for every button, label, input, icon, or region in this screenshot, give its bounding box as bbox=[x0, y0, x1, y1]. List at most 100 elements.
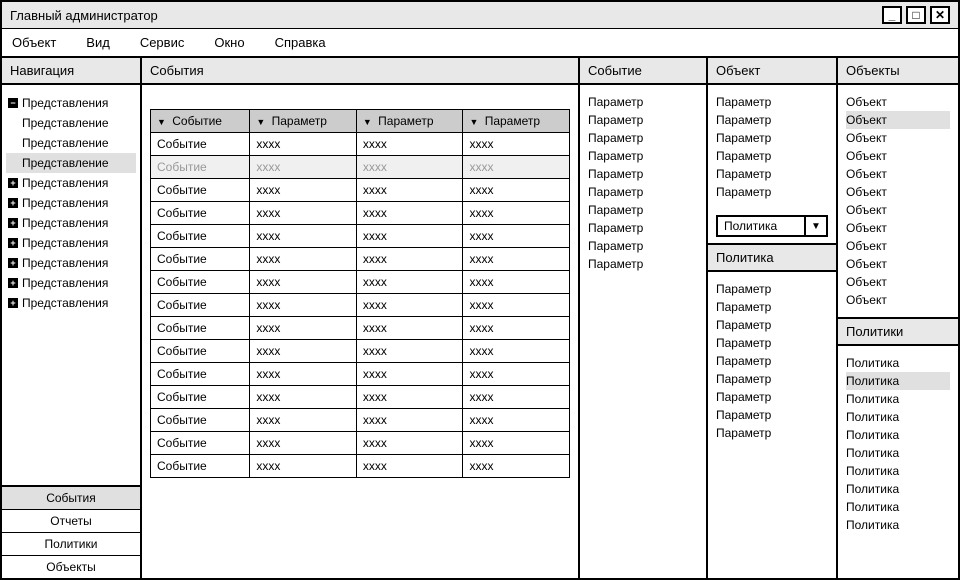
table-cell: xxxx bbox=[463, 386, 570, 409]
table-row[interactable]: Событиеxxxxxxxxxxxx bbox=[151, 409, 570, 432]
table-row[interactable]: Событиеxxxxxxxxxxxx bbox=[151, 271, 570, 294]
table-cell: xxxx bbox=[250, 202, 357, 225]
tree-item[interactable]: Представление bbox=[6, 133, 136, 153]
list-item[interactable]: Объект bbox=[846, 165, 950, 183]
nav-tab[interactable]: Отчеты bbox=[2, 510, 140, 533]
expand-icon[interactable] bbox=[8, 278, 18, 288]
tree-item[interactable]: Представления bbox=[6, 293, 136, 313]
expand-icon[interactable] bbox=[8, 258, 18, 268]
tree-item[interactable]: Представления bbox=[6, 273, 136, 293]
table-row[interactable]: Событиеxxxxxxxxxxxx bbox=[151, 179, 570, 202]
tree-item-label: Представления bbox=[22, 216, 108, 230]
table-cell: xxxx bbox=[250, 386, 357, 409]
list-item[interactable]: Объект bbox=[846, 291, 950, 309]
list-item[interactable]: Объект bbox=[846, 237, 950, 255]
nav-tab[interactable]: События bbox=[2, 487, 140, 510]
param-item: Параметр bbox=[716, 165, 828, 183]
expand-icon[interactable] bbox=[8, 178, 18, 188]
table-cell: xxxx bbox=[250, 248, 357, 271]
collapse-icon[interactable] bbox=[8, 98, 18, 108]
column-header[interactable]: ▼ Параметр bbox=[356, 110, 463, 133]
tree-item[interactable]: Представление bbox=[6, 153, 136, 173]
dropdown-arrow-icon[interactable]: ▼ bbox=[806, 215, 828, 237]
list-item[interactable]: Объект bbox=[846, 255, 950, 273]
list-item[interactable]: Объект bbox=[846, 183, 950, 201]
menu-item[interactable]: Справка bbox=[275, 35, 326, 50]
table-cell: xxxx bbox=[356, 156, 463, 179]
list-item[interactable]: Политика bbox=[846, 408, 950, 426]
list-item[interactable]: Политика bbox=[846, 480, 950, 498]
list-item[interactable]: Политика bbox=[846, 372, 950, 390]
list-item[interactable]: Политика bbox=[846, 516, 950, 534]
table-row[interactable]: Событиеxxxxxxxxxxxx bbox=[151, 225, 570, 248]
objects-section: Объекты ОбъектОбъектОбъектОбъектОбъектОб… bbox=[838, 58, 958, 319]
table-row[interactable]: Событиеxxxxxxxxxxxx bbox=[151, 386, 570, 409]
nav-tab[interactable]: Объекты bbox=[2, 556, 140, 578]
param-item: Параметр bbox=[588, 93, 698, 111]
table-row[interactable]: Событиеxxxxxxxxxxxx bbox=[151, 202, 570, 225]
tree-item[interactable]: Представления bbox=[6, 93, 136, 113]
menu-item[interactable]: Вид bbox=[86, 35, 110, 50]
expand-icon[interactable] bbox=[8, 198, 18, 208]
tree-item-label: Представления bbox=[22, 96, 108, 110]
table-cell: Событие bbox=[151, 225, 250, 248]
table-cell: Событие bbox=[151, 248, 250, 271]
policy-select[interactable]: Политика bbox=[716, 215, 806, 237]
app-window: Главный администратор _ □ ✕ ОбъектВидСер… bbox=[0, 0, 960, 580]
tree-item[interactable]: Представления bbox=[6, 173, 136, 193]
object-params: ПараметрПараметрПараметрПараметрПараметр… bbox=[708, 85, 836, 209]
menu-item[interactable]: Объект bbox=[12, 35, 56, 50]
param-item: Параметр bbox=[716, 352, 828, 370]
table-row[interactable]: Событиеxxxxxxxxxxxx bbox=[151, 248, 570, 271]
tree-item-label: Представления bbox=[22, 236, 108, 250]
column-header[interactable]: ▼ Параметр bbox=[463, 110, 570, 133]
window-controls: _ □ ✕ bbox=[882, 6, 950, 24]
tree-item[interactable]: Представление bbox=[6, 113, 136, 133]
table-row[interactable]: Событиеxxxxxxxxxxxx bbox=[151, 455, 570, 478]
list-item[interactable]: Объект bbox=[846, 147, 950, 165]
menu-item[interactable]: Сервис bbox=[140, 35, 185, 50]
column-header[interactable]: ▼ Событие bbox=[151, 110, 250, 133]
list-item[interactable]: Политика bbox=[846, 354, 950, 372]
list-item[interactable]: Объект bbox=[846, 129, 950, 147]
minimize-button[interactable]: _ bbox=[882, 6, 902, 24]
expand-icon[interactable] bbox=[8, 218, 18, 228]
table-row[interactable]: Событиеxxxxxxxxxxxx bbox=[151, 294, 570, 317]
tree-item-label: Представления bbox=[22, 176, 108, 190]
tree-item[interactable]: Представления bbox=[6, 253, 136, 273]
menu-item[interactable]: Окно bbox=[214, 35, 244, 50]
param-item: Параметр bbox=[716, 406, 828, 424]
tree-item[interactable]: Представления bbox=[6, 233, 136, 253]
list-item[interactable]: Политика bbox=[846, 444, 950, 462]
table-row[interactable]: Событиеxxxxxxxxxxxx bbox=[151, 317, 570, 340]
table-row[interactable]: Событиеxxxxxxxxxxxx bbox=[151, 432, 570, 455]
table-row[interactable]: Событиеxxxxxxxxxxxx bbox=[151, 340, 570, 363]
list-item[interactable]: Объект bbox=[846, 219, 950, 237]
list-item[interactable]: Политика bbox=[846, 462, 950, 480]
list-item[interactable]: Политика bbox=[846, 426, 950, 444]
tree-item-label: Представления bbox=[22, 256, 108, 270]
table-row[interactable]: Событиеxxxxxxxxxxxx bbox=[151, 363, 570, 386]
events-table: ▼ Событие▼ Параметр▼ Параметр▼ Параметр … bbox=[150, 109, 570, 478]
table-row[interactable]: Событиеxxxxxxxxxxxx bbox=[151, 133, 570, 156]
expand-icon[interactable] bbox=[8, 238, 18, 248]
list-item[interactable]: Политика bbox=[846, 498, 950, 516]
list-item[interactable]: Политика bbox=[846, 390, 950, 408]
nav-tab[interactable]: Политики bbox=[2, 533, 140, 556]
policy-params: ПараметрПараметрПараметрПараметрПараметр… bbox=[708, 272, 836, 450]
tree-item[interactable]: Представления bbox=[6, 213, 136, 233]
list-item[interactable]: Объект bbox=[846, 201, 950, 219]
table-row[interactable]: Событиеxxxxxxxxxxxx bbox=[151, 156, 570, 179]
column-header[interactable]: ▼ Параметр bbox=[250, 110, 357, 133]
expand-icon[interactable] bbox=[8, 298, 18, 308]
close-button[interactable]: ✕ bbox=[930, 6, 950, 24]
table-cell: Событие bbox=[151, 179, 250, 202]
param-item: Параметр bbox=[588, 201, 698, 219]
maximize-button[interactable]: □ bbox=[906, 6, 926, 24]
param-item: Параметр bbox=[588, 147, 698, 165]
tree-item[interactable]: Представления bbox=[6, 193, 136, 213]
list-item[interactable]: Объект bbox=[846, 93, 950, 111]
list-item[interactable]: Объект bbox=[846, 273, 950, 291]
table-cell: xxxx bbox=[250, 225, 357, 248]
list-item[interactable]: Объект bbox=[846, 111, 950, 129]
